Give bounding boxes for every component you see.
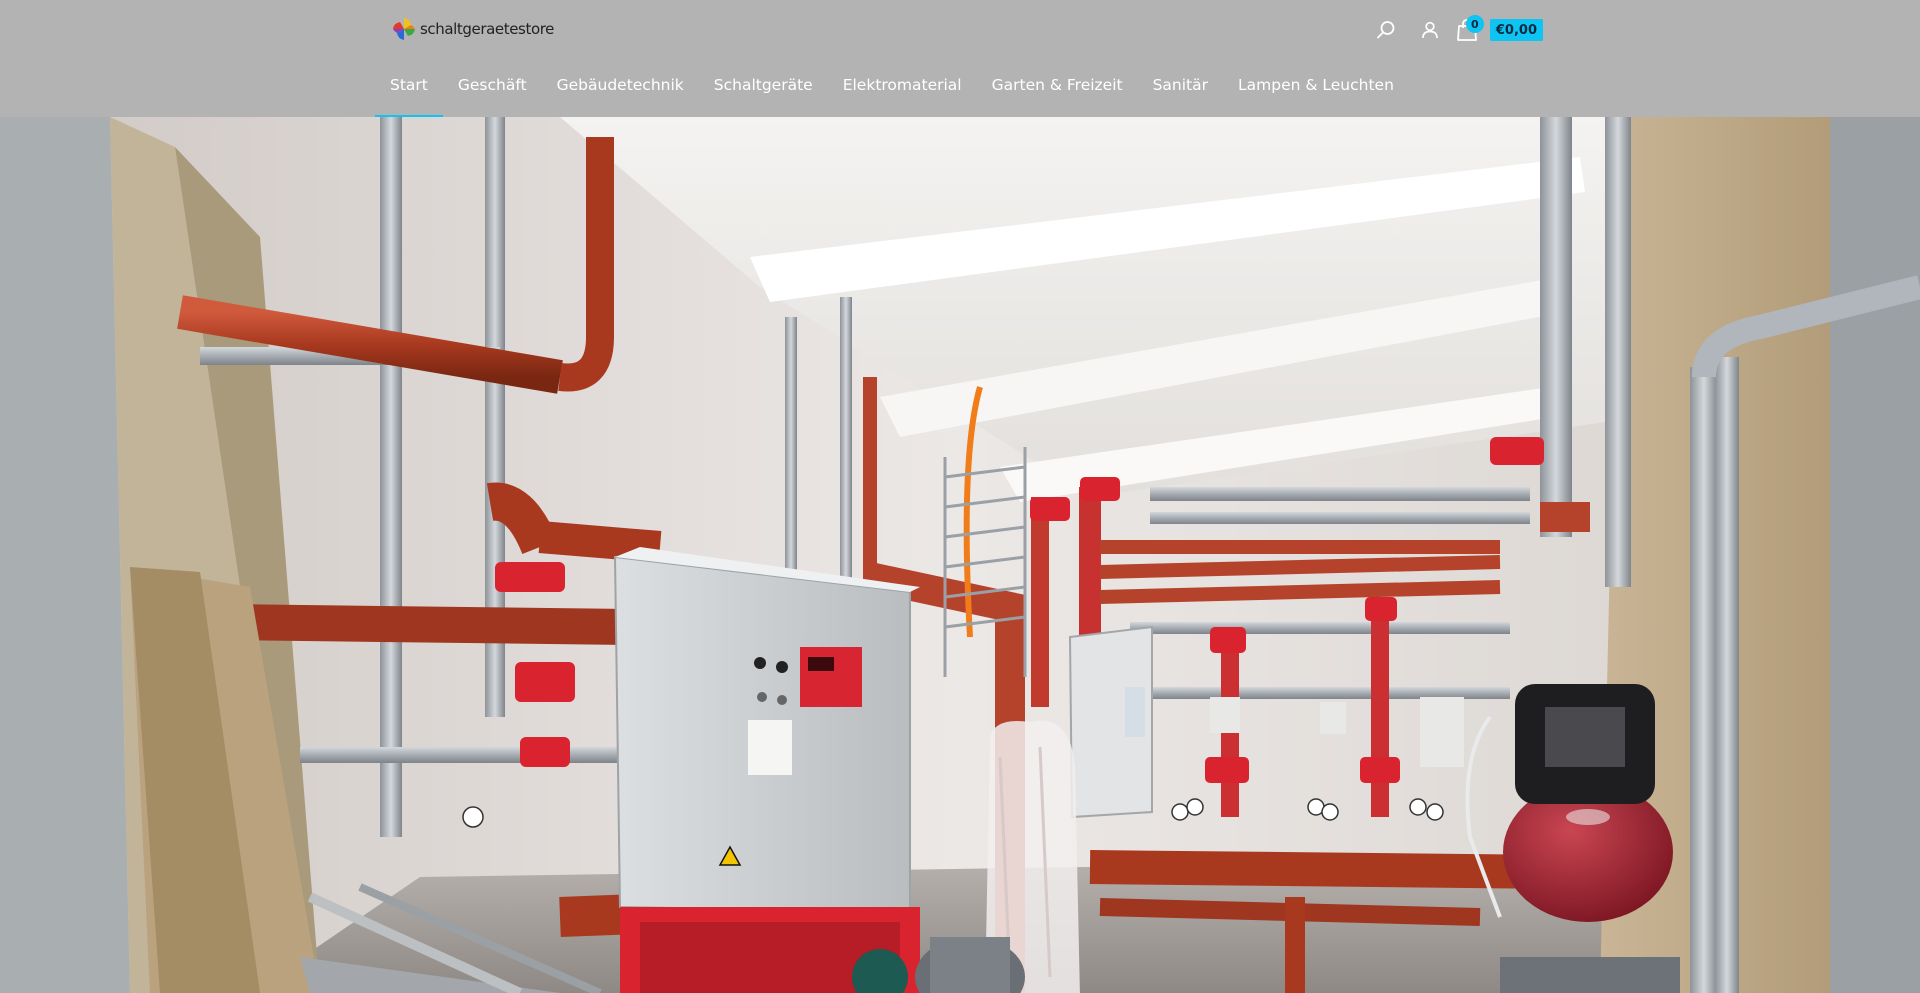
- nav-item-garten-freizeit[interactable]: Garten & Freizeit: [977, 66, 1138, 117]
- search-button[interactable]: [1364, 10, 1408, 50]
- cart-total: €0,00: [1489, 19, 1543, 41]
- store-logo[interactable]: schaltgeraetestore: [392, 16, 554, 42]
- nav-item-lampen-leuchten[interactable]: Lampen & Leuchten: [1223, 66, 1409, 117]
- hero-banner: [0, 117, 1920, 993]
- account-button[interactable]: [1408, 10, 1452, 50]
- hero-image-boiler-room: [0, 117, 1920, 993]
- search-icon: [1376, 21, 1395, 39]
- nav-item-gebaeudetechnik[interactable]: Gebäudetechnik: [542, 66, 699, 117]
- nav-item-start[interactable]: Start: [375, 66, 443, 117]
- logo-text: schaltgeraetestore: [420, 20, 554, 38]
- nav-item-elektromaterial[interactable]: Elektromaterial: [828, 66, 977, 117]
- header-actions: 0 €0,00: [1364, 10, 1543, 50]
- nav-item-sanitaer[interactable]: Sanitär: [1138, 66, 1223, 117]
- cart-count-badge: 0: [1465, 15, 1484, 33]
- pinwheel-logo-icon: [393, 18, 415, 40]
- main-navigation: Start Geschäft Gebäudetechnik Schaltgerä…: [375, 66, 1409, 117]
- header-inner: schaltgeraetestore 0 €0,00 Start Geschäf…: [0, 0, 1920, 117]
- nav-item-geschaeft[interactable]: Geschäft: [443, 66, 542, 117]
- user-icon: [1422, 21, 1438, 39]
- cart-button[interactable]: 0 €0,00: [1452, 10, 1543, 50]
- site-header: schaltgeraetestore 0 €0,00 Start Geschäf…: [0, 0, 1920, 117]
- nav-item-schaltgeraete[interactable]: Schaltgeräte: [699, 66, 828, 117]
